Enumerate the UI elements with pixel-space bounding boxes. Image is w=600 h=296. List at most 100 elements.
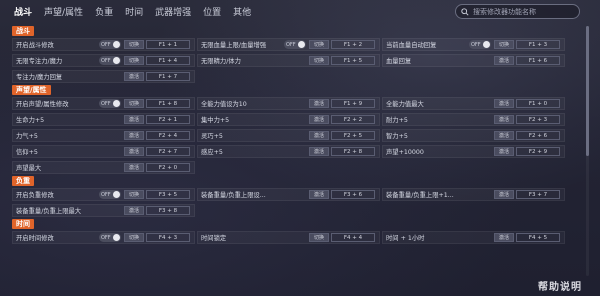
toggle-switch[interactable]: OFF	[99, 99, 121, 108]
activate-button[interactable]: 激活	[309, 99, 329, 108]
activate-button[interactable]: 激活	[494, 99, 514, 108]
hotkey-field[interactable]: F2 + 6	[516, 131, 560, 140]
hotkey-field[interactable]: F1 + 5	[331, 56, 375, 65]
hotkey-field[interactable]: F1 + 6	[516, 56, 560, 65]
hotkey-field[interactable]: F4 + 5	[516, 233, 560, 242]
toggle-switch[interactable]: OFF	[99, 233, 121, 242]
hotkey-field[interactable]: F3 + 5	[146, 190, 190, 199]
tab-3[interactable]: 时间	[125, 5, 143, 18]
feature-label: 开启时间修改	[16, 235, 54, 242]
switch-button[interactable]: 切换	[124, 99, 144, 108]
hotkey-field[interactable]: F2 + 4	[146, 131, 190, 140]
hotkey-field[interactable]: F2 + 0	[146, 163, 190, 172]
toggle-switch[interactable]: OFF	[99, 190, 121, 199]
activate-button[interactable]: 激活	[124, 131, 144, 140]
feature-label: 专注力/魔力回复	[16, 74, 63, 81]
switch-button[interactable]: 切换	[124, 233, 144, 242]
feature-label: 时间锁定	[201, 235, 227, 242]
activate-button[interactable]: 激活	[309, 115, 329, 124]
activate-button[interactable]: 激活	[309, 147, 329, 156]
activate-button[interactable]: 激活	[124, 206, 144, 215]
toggle-switch[interactable]: OFF	[99, 56, 121, 65]
hotkey-field[interactable]: F1 + 8	[146, 99, 190, 108]
empty-cell	[197, 161, 380, 174]
activate-button[interactable]: 激活	[494, 233, 514, 242]
hotkey-field[interactable]: F2 + 2	[331, 115, 375, 124]
feature-label: 灵巧+5	[201, 133, 223, 140]
toggle-knob	[113, 57, 120, 64]
switch-button[interactable]: 切换	[309, 40, 329, 49]
hotkey-field[interactable]: F2 + 7	[146, 147, 190, 156]
toggle-switch[interactable]: OFF	[99, 40, 121, 49]
section-title: 负重	[12, 176, 34, 186]
toggle-switch[interactable]: OFF	[284, 40, 306, 49]
feature-row: 感应+5 激活 F2 + 8	[197, 145, 380, 158]
toggle-state-label: OFF	[101, 57, 111, 64]
empty-cell	[197, 204, 380, 217]
feature-label: 生命力+5	[16, 117, 45, 124]
toggle-state-label: OFF	[101, 41, 111, 48]
hotkey-field[interactable]: F2 + 5	[331, 131, 375, 140]
hotkey-field[interactable]: F2 + 1	[146, 115, 190, 124]
switch-button[interactable]: 切换	[309, 56, 329, 65]
section-title: 战斗	[12, 26, 34, 36]
activate-button[interactable]: 激活	[494, 131, 514, 140]
feature-label: 血量回复	[386, 58, 412, 65]
feature-row: 专注力/魔力回复 激活 F1 + 7	[12, 70, 195, 83]
hotkey-field[interactable]: F4 + 3	[146, 233, 190, 242]
tab-1[interactable]: 声望/属性	[44, 5, 83, 18]
toggle-state-label: OFF	[101, 234, 111, 241]
activate-button[interactable]: 激活	[494, 147, 514, 156]
feature-row: 灵巧+5 激活 F2 + 5	[197, 129, 380, 142]
switch-button[interactable]: 切换	[309, 233, 329, 242]
switch-button[interactable]: 切换	[124, 40, 144, 49]
activate-button[interactable]: 激活	[124, 115, 144, 124]
hotkey-field[interactable]: F1 + 2	[331, 40, 375, 49]
hotkey-field[interactable]: F2 + 3	[516, 115, 560, 124]
search-box[interactable]	[455, 4, 580, 19]
switch-button[interactable]: 切换	[124, 190, 144, 199]
feature-label: 耐力+5	[386, 117, 408, 124]
search-input[interactable]	[473, 7, 578, 16]
activate-button[interactable]: 激活	[124, 163, 144, 172]
hotkey-field[interactable]: F3 + 7	[516, 190, 560, 199]
hotkey-field[interactable]: F3 + 8	[146, 206, 190, 215]
scrollbar[interactable]	[586, 26, 589, 276]
tab-4[interactable]: 武器增强	[155, 5, 191, 18]
activate-button[interactable]: 激活	[494, 190, 514, 199]
hotkey-field[interactable]: F3 + 6	[331, 190, 375, 199]
switch-button[interactable]: 切换	[124, 56, 144, 65]
tab-5[interactable]: 位置	[203, 5, 221, 18]
feature-label: 无限精力/体力	[201, 58, 241, 65]
activate-button[interactable]: 激活	[124, 72, 144, 81]
feature-row: 装备重量/负重上限最大 激活 F3 + 8	[12, 204, 195, 217]
feature-label: 开启战斗修改	[16, 42, 54, 49]
scrollbar-thumb[interactable]	[586, 26, 589, 156]
activate-button[interactable]: 激活	[309, 131, 329, 140]
hotkey-field[interactable]: F1 + 0	[516, 99, 560, 108]
hotkey-field[interactable]: F2 + 8	[331, 147, 375, 156]
hotkey-field[interactable]: F1 + 9	[331, 99, 375, 108]
empty-cell	[197, 70, 380, 83]
hotkey-field[interactable]: F1 + 4	[146, 56, 190, 65]
hotkey-field[interactable]: F2 + 9	[516, 147, 560, 156]
toggle-knob	[483, 41, 490, 48]
tab-0[interactable]: 战斗	[14, 5, 32, 18]
toggle-state-label: OFF	[471, 41, 481, 48]
tab-6[interactable]: 其他	[233, 5, 251, 18]
tab-2[interactable]: 负重	[95, 5, 113, 18]
hotkey-field[interactable]: F4 + 4	[331, 233, 375, 242]
hotkey-field[interactable]: F1 + 1	[146, 40, 190, 49]
feature-row: 全能力值最大 激活 F1 + 0	[382, 97, 565, 110]
feature-label: 开启声望/属性修改	[16, 101, 69, 108]
feature-row: 血量回复 激活 F1 + 6	[382, 54, 565, 67]
feature-row: 无限血量上限/血量增强 OFF 切换 F1 + 2	[197, 38, 380, 51]
activate-button[interactable]: 激活	[124, 147, 144, 156]
hotkey-field[interactable]: F1 + 3	[516, 40, 560, 49]
switch-button[interactable]: 切换	[494, 40, 514, 49]
toggle-switch[interactable]: OFF	[469, 40, 491, 49]
activate-button[interactable]: 激活	[309, 190, 329, 199]
activate-button[interactable]: 激活	[494, 115, 514, 124]
activate-button[interactable]: 激活	[494, 56, 514, 65]
hotkey-field[interactable]: F1 + 7	[146, 72, 190, 81]
